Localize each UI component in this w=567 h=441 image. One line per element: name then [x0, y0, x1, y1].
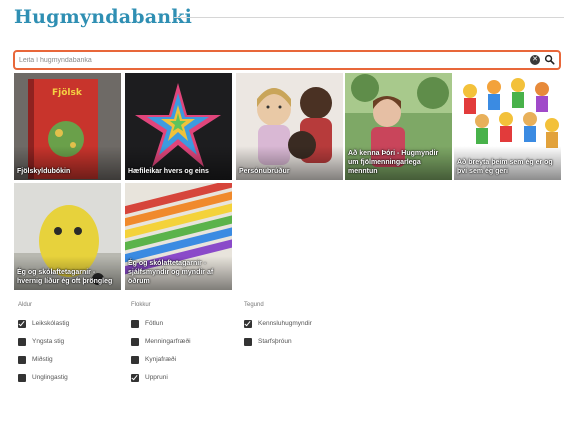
- idea-tile[interactable]: Ég og skólaftetagarnir - sjálfsmyndir og…: [125, 183, 232, 290]
- idea-tile[interactable]: Að kenna Þóri - Hugmyndir um fjölmenning…: [345, 73, 452, 180]
- svg-text:Fjölsk: Fjölsk: [52, 88, 83, 98]
- search-bar: ✕: [13, 50, 561, 70]
- filter-heading: Tegund: [244, 302, 264, 308]
- filter-label: Miðstig: [32, 356, 53, 363]
- tile-caption: Hæfileikar hvers og eins: [128, 168, 209, 175]
- checkbox[interactable]: [131, 356, 139, 364]
- tile-caption: Ég og skólaftetagarnir - hvernig líður é…: [17, 269, 113, 285]
- filter-label: Menningarfræði: [145, 338, 191, 345]
- filter-heading: Aldur: [18, 302, 33, 308]
- title-divider: [174, 17, 564, 18]
- checkbox[interactable]: [131, 338, 139, 346]
- idea-tile[interactable]: Hæfileikar hvers og eins: [125, 73, 232, 180]
- filter-label: Starfsþróun: [258, 338, 292, 345]
- idea-tile[interactable]: Fjölsk Fjölskyldubókin: [14, 73, 121, 180]
- checkbox[interactable]: [131, 320, 139, 328]
- tile-caption: Persónubrúður: [239, 168, 290, 175]
- checkbox[interactable]: [244, 320, 252, 328]
- clear-icon[interactable]: ✕: [530, 55, 540, 65]
- checkbox[interactable]: [18, 338, 26, 346]
- search-input[interactable]: [19, 52, 519, 68]
- search-icon[interactable]: [544, 54, 555, 65]
- checkbox[interactable]: [244, 338, 252, 346]
- tile-caption: Fjölskyldubókin: [17, 168, 71, 175]
- filter-label: Uppruni: [145, 374, 168, 381]
- tile-caption: Að breyta þeim sem ég er og því sem ég g…: [457, 159, 553, 175]
- filter-label: Kynjafræði: [145, 356, 177, 363]
- idea-tile[interactable]: Persónubrúður: [236, 73, 343, 180]
- filter-label: Fötlun: [145, 320, 164, 327]
- checkbox[interactable]: [131, 374, 139, 382]
- tile-caption: Að kenna Þóri - Hugmyndir um fjölmenning…: [348, 150, 439, 175]
- page-title: Hugmyndabanki: [14, 6, 192, 28]
- page-header: Hugmyndabanki: [14, 6, 564, 30]
- checkbox[interactable]: [18, 356, 26, 364]
- idea-tile[interactable]: Að breyta þeim sem ég er og því sem ég g…: [454, 73, 561, 180]
- checkbox[interactable]: [18, 320, 26, 328]
- checkbox[interactable]: [18, 374, 26, 382]
- filter-heading: Flokkur: [131, 302, 151, 308]
- filter-label: Unglingastig: [32, 374, 68, 381]
- idea-tile[interactable]: Ég og skólaftetagarnir - hvernig líður é…: [14, 183, 121, 290]
- filter-label: Kennsluhugmyndir: [258, 320, 312, 327]
- filter-label: Yngsta stig: [32, 338, 65, 345]
- filter-label: Leikskólastig: [32, 320, 70, 327]
- tile-caption: Ég og skólaftetagarnir - sjálfsmyndir og…: [128, 260, 214, 285]
